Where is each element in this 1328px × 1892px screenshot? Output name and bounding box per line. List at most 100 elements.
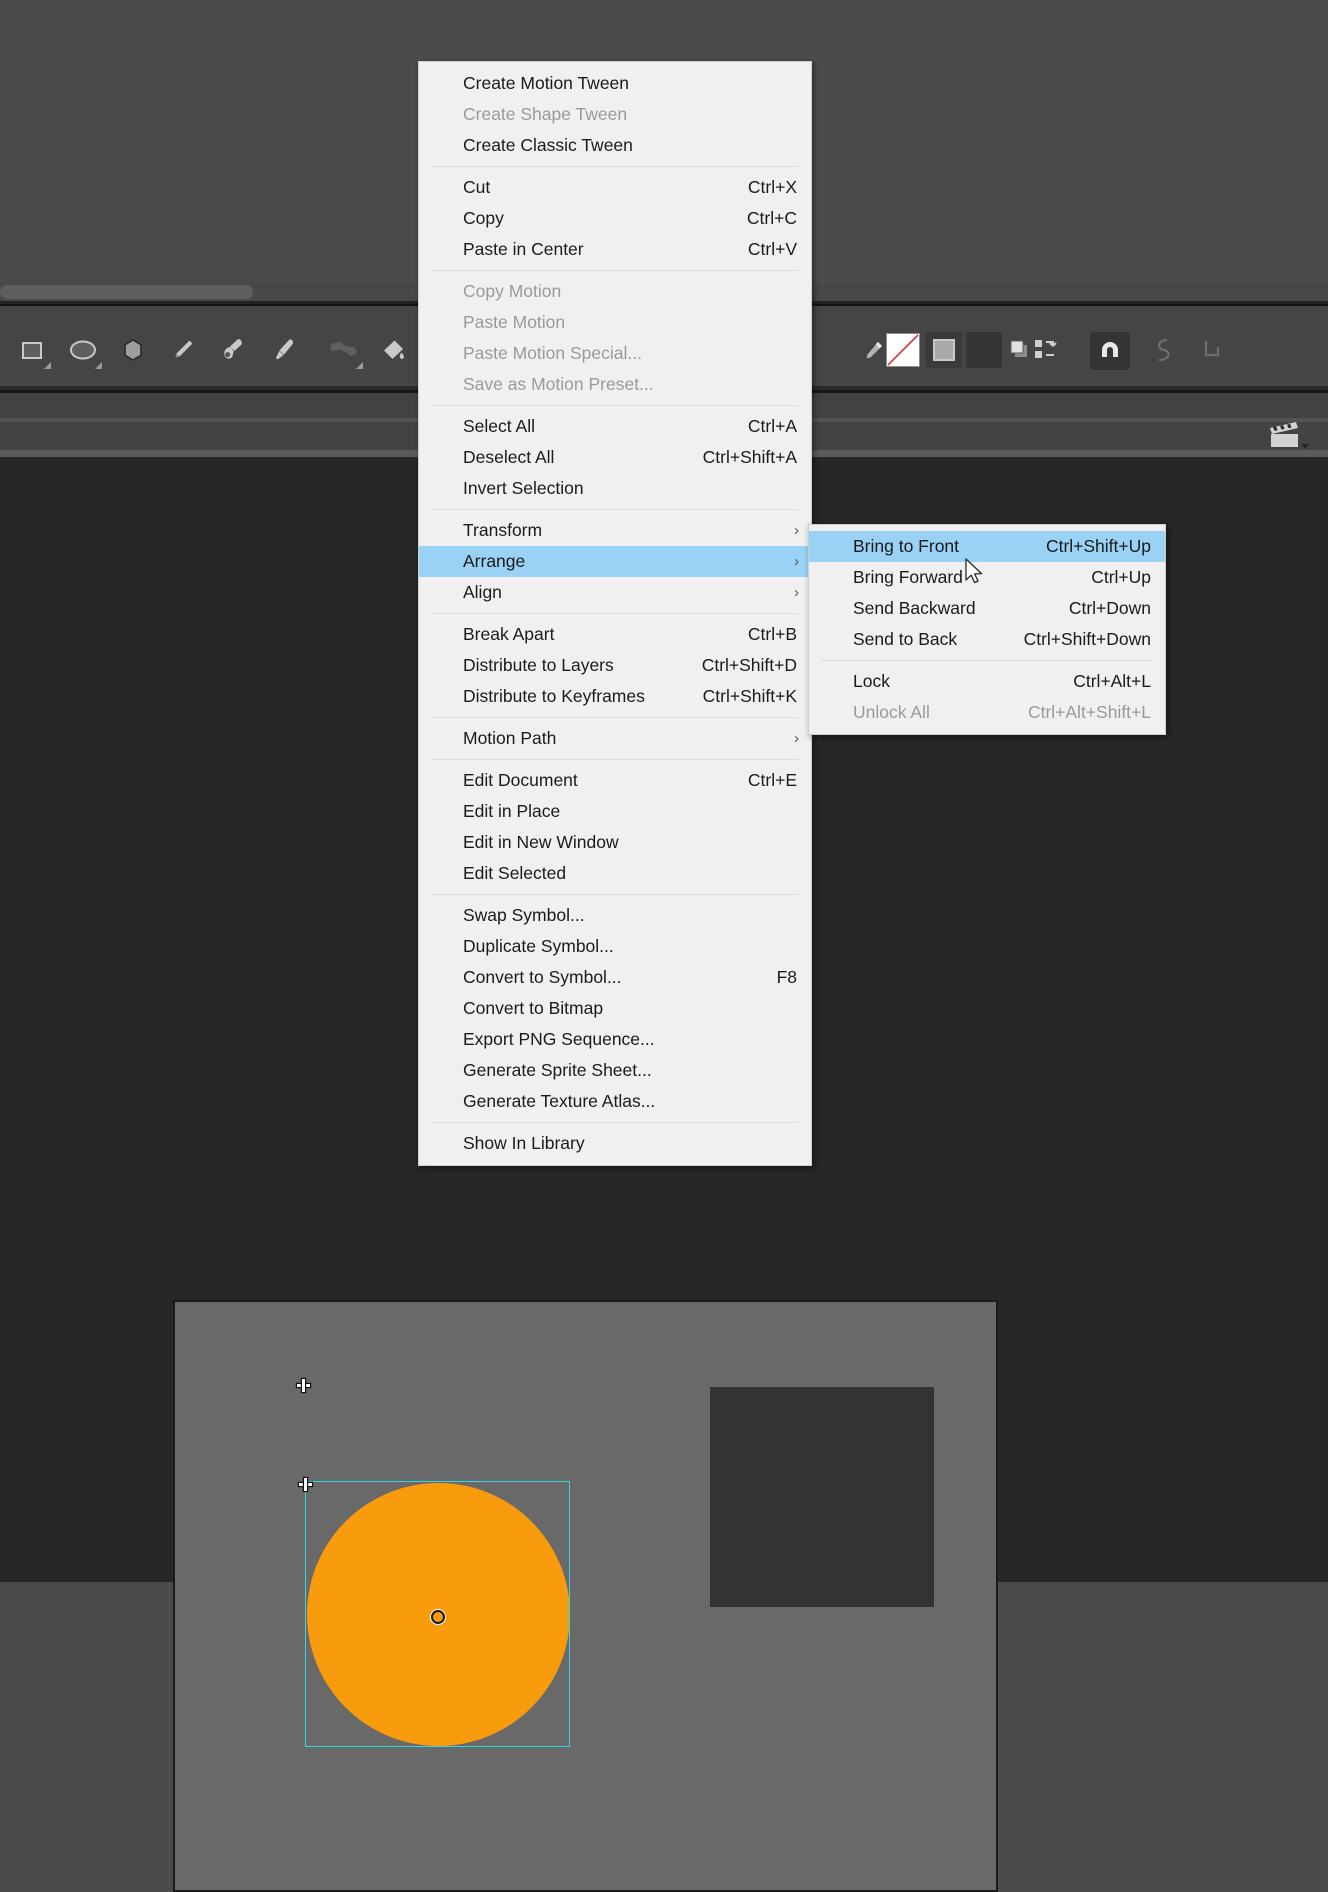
- menu-separator: [431, 717, 799, 718]
- polystar-tool[interactable]: [111, 330, 155, 370]
- menu-item-label: Copy: [463, 208, 504, 228]
- menu-item-send-to-back[interactable]: Send to Back Ctrl+Shift+Down: [809, 624, 1165, 655]
- rectangle-tool[interactable]: [10, 330, 54, 370]
- menu-item-align[interactable]: Align ›: [419, 577, 811, 608]
- transform-center-point-icon: [431, 1610, 445, 1624]
- animate-application-window: Create Motion Tween Create Shape Tween Cre…: [0, 0, 1328, 1892]
- menu-item-break-apart[interactable]: Break Apart Ctrl+B: [419, 619, 811, 650]
- menu-item-shortcut: Ctrl+Shift+Up: [1045, 536, 1151, 556]
- straighten-option-icon[interactable]: [1190, 330, 1234, 370]
- bone-tool-flyout-arrow-icon[interactable]: [356, 362, 363, 369]
- menu-item-export-png-sequence[interactable]: Export PNG Sequence...: [419, 1024, 811, 1055]
- swap-colors-icon[interactable]: [1034, 339, 1058, 361]
- menu-item-edit-document[interactable]: Edit Document Ctrl+E: [419, 765, 811, 796]
- menu-item-distribute-to-keyframes[interactable]: Distribute to Keyframes Ctrl+Shift+K: [419, 681, 811, 712]
- clapperboard-icon[interactable]: [1268, 418, 1310, 452]
- menu-item-label: Generate Texture Atlas...: [463, 1091, 656, 1111]
- menu-item-distribute-to-layers[interactable]: Distribute to Layers Ctrl+Shift+D: [419, 650, 811, 681]
- menu-item-shortcut: Ctrl+C: [746, 208, 797, 228]
- menu-item-select-all[interactable]: Select All Ctrl+A: [419, 411, 811, 442]
- menu-item-label: Deselect All: [463, 447, 555, 467]
- menu-item-label: Lock: [853, 671, 890, 691]
- paint-bucket-tool[interactable]: [370, 330, 414, 370]
- menu-item-convert-to-bitmap[interactable]: Convert to Bitmap: [419, 993, 811, 1024]
- menu-item-label: Motion Path: [463, 728, 557, 748]
- menu-item-arrange[interactable]: Arrange ›: [419, 546, 811, 577]
- menu-item-label: Distribute to Keyframes: [463, 686, 645, 706]
- menu-item-create-classic-tween[interactable]: Create Classic Tween: [419, 130, 811, 161]
- oval-tool[interactable]: [61, 330, 105, 370]
- menu-item-shortcut: Ctrl+Shift+Down: [1023, 629, 1151, 649]
- menu-item-generate-sprite-sheet[interactable]: Generate Sprite Sheet...: [419, 1055, 811, 1086]
- menu-item-edit-in-place[interactable]: Edit in Place: [419, 796, 811, 827]
- timeline-horizontal-scrollbar-thumb[interactable]: [0, 285, 253, 299]
- menu-item-label: Align: [463, 582, 502, 602]
- menu-separator: [431, 166, 799, 167]
- menu-item-invert-selection[interactable]: Invert Selection: [419, 473, 811, 504]
- chevron-right-icon: ›: [794, 553, 799, 570]
- menu-item-label: Invert Selection: [463, 478, 584, 498]
- menu-item-label: Transform: [463, 520, 543, 540]
- menu-item-shortcut: Ctrl+Shift+A: [702, 447, 797, 467]
- menu-item-paste-motion: Paste Motion: [419, 307, 811, 338]
- menu-item-edit-selected[interactable]: Edit Selected: [419, 858, 811, 889]
- menu-item-swap-symbol[interactable]: Swap Symbol...: [419, 900, 811, 931]
- menu-item-label: Edit in New Window: [463, 832, 619, 852]
- menu-item-copy[interactable]: Copy Ctrl+C: [419, 203, 811, 234]
- menu-item-label: Generate Sprite Sheet...: [463, 1060, 652, 1080]
- snap-to-objects-toggle[interactable]: [1090, 332, 1130, 370]
- menu-item-shortcut: Ctrl+Down: [1068, 598, 1151, 618]
- stroke-swatch-none[interactable]: [886, 333, 920, 367]
- fill-swatch[interactable]: [966, 332, 1002, 368]
- menu-item-paste-in-center[interactable]: Paste in Center Ctrl+V: [419, 234, 811, 265]
- oval-tool-flyout-arrow-icon[interactable]: [95, 362, 102, 369]
- menu-item-label: Paste in Center: [463, 239, 584, 259]
- rectangle-tool-flyout-arrow-icon[interactable]: [44, 362, 51, 369]
- menu-item-bring-to-front[interactable]: Bring to Front Ctrl+Shift+Up: [809, 531, 1165, 562]
- menu-item-label: Send to Back: [853, 629, 958, 649]
- menu-item-shortcut: F8: [776, 967, 797, 987]
- menu-item-label: Bring Forward: [853, 567, 963, 587]
- menu-separator: [431, 759, 799, 760]
- menu-item-label: Export PNG Sequence...: [463, 1029, 655, 1049]
- menu-item-shortcut: Ctrl+V: [747, 239, 797, 259]
- menu-item-label: Select All: [463, 416, 535, 436]
- menu-item-cut[interactable]: Cut Ctrl+X: [419, 172, 811, 203]
- menu-item-motion-path[interactable]: Motion Path ›: [419, 723, 811, 754]
- menu-item-shortcut: Ctrl+A: [747, 416, 797, 436]
- fill-color-icon[interactable]: [926, 332, 962, 368]
- menu-item-deselect-all[interactable]: Deselect All Ctrl+Shift+A: [419, 442, 811, 473]
- menu-item-label: Paste Motion: [463, 312, 566, 332]
- menu-separator: [431, 509, 799, 510]
- menu-item-lock[interactable]: Lock Ctrl+Alt+L: [809, 666, 1165, 697]
- bone-tool[interactable]: [322, 330, 366, 370]
- smooth-option-icon[interactable]: [1140, 330, 1184, 370]
- menu-item-transform[interactable]: Transform ›: [419, 515, 811, 546]
- menu-item-label: Paste Motion Special...: [463, 343, 642, 363]
- menu-item-shortcut: Ctrl+Shift+D: [701, 655, 797, 675]
- object-drawing-toggle[interactable]: [1008, 338, 1032, 362]
- arrange-submenu[interactable]: Bring to Front Ctrl+Shift+Up Bring Forward…: [808, 524, 1166, 735]
- menu-item-create-motion-tween[interactable]: Create Motion Tween: [419, 68, 811, 99]
- menu-item-generate-texture-atlas[interactable]: Generate Texture Atlas...: [419, 1086, 811, 1117]
- menu-item-label: Unlock All: [853, 702, 930, 722]
- menu-separator: [431, 1122, 799, 1123]
- menu-item-label: Create Motion Tween: [463, 73, 630, 93]
- menu-item-paste-motion-special: Paste Motion Special...: [419, 338, 811, 369]
- menu-item-duplicate-symbol[interactable]: Duplicate Symbol...: [419, 931, 811, 962]
- menu-item-shortcut: Ctrl+Alt+Shift+L: [1027, 702, 1151, 722]
- menu-item-convert-to-symbol[interactable]: Convert to Symbol... F8: [419, 962, 811, 993]
- stage-context-menu[interactable]: Create Motion Tween Create Shape Tween Cre…: [418, 61, 812, 1166]
- menu-item-edit-in-new-window[interactable]: Edit in New Window: [419, 827, 811, 858]
- menu-item-label: Show In Library: [463, 1133, 585, 1153]
- paint-brush-tool[interactable]: [262, 330, 306, 370]
- pencil-tool[interactable]: [161, 330, 205, 370]
- menu-item-shortcut: Ctrl+Up: [1091, 567, 1151, 587]
- menu-item-bring-forward[interactable]: Bring Forward Ctrl+Up: [809, 562, 1165, 593]
- menu-item-show-in-library[interactable]: Show In Library: [419, 1128, 811, 1159]
- menu-item-label: Swap Symbol...: [463, 905, 585, 925]
- dark-rectangle-shape[interactable]: [710, 1387, 934, 1607]
- menu-item-send-backward[interactable]: Send Backward Ctrl+Down: [809, 593, 1165, 624]
- brush-tool[interactable]: [211, 330, 255, 370]
- menu-separator: [431, 894, 799, 895]
